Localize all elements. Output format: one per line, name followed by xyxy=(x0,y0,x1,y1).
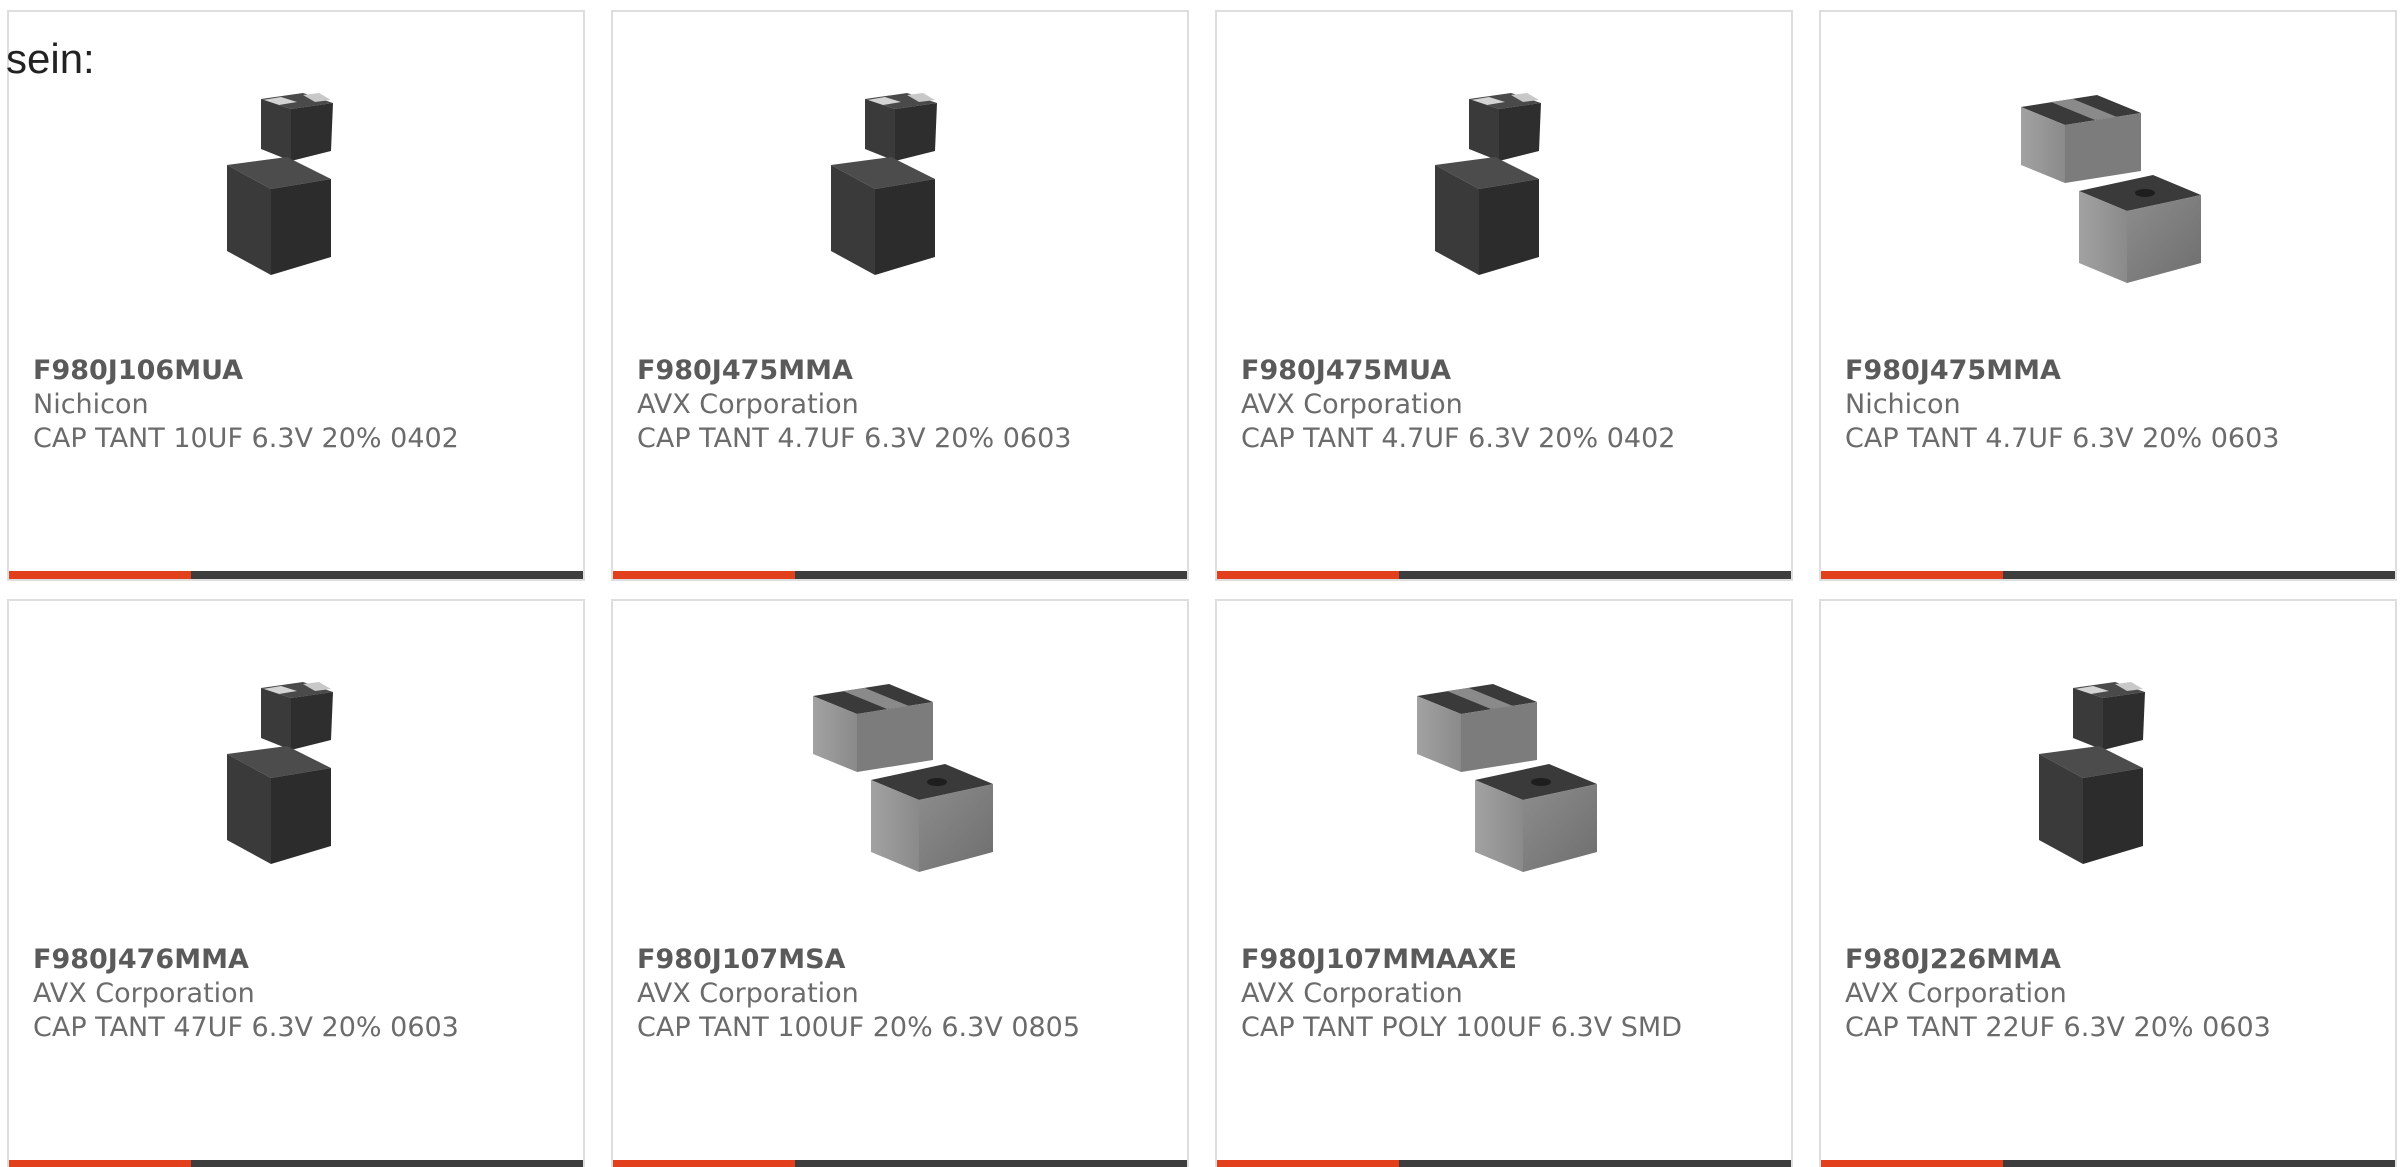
manufacturer: AVX Corporation xyxy=(1845,978,2067,1009)
description: CAP TANT 22UF 6.3V 20% 0603 xyxy=(1845,1012,2271,1043)
intro-text: sein: xyxy=(6,35,95,82)
black-chip-capacitor-icon xyxy=(191,87,401,297)
manufacturer: Nichicon xyxy=(1845,389,1961,420)
manufacturer: Nichicon xyxy=(33,389,149,420)
card-bar-accent xyxy=(9,571,191,579)
card-bar xyxy=(613,1160,1187,1167)
description: CAP TANT 4.7UF 6.3V 20% 0603 xyxy=(1845,423,2280,454)
product-card[interactable]: F980J475MMA AVX Corporation CAP TANT 4.7… xyxy=(611,10,1189,581)
card-bar-accent xyxy=(9,1160,191,1167)
description: CAP TANT 47UF 6.3V 20% 0603 xyxy=(33,1012,459,1043)
manufacturer: AVX Corporation xyxy=(1241,389,1463,420)
gray-chip-capacitor-icon xyxy=(2003,87,2213,297)
black-chip-capacitor-icon xyxy=(191,676,401,886)
product-card[interactable]: F980J107MSA AVX Corporation CAP TANT 100… xyxy=(611,599,1189,1167)
card-bar xyxy=(1821,1160,2395,1167)
part-number: F980J476MMA xyxy=(33,944,249,975)
manufacturer: AVX Corporation xyxy=(637,389,859,420)
description: CAP TANT 100UF 20% 6.3V 0805 xyxy=(637,1012,1081,1043)
description: CAP TANT 10UF 6.3V 20% 0402 xyxy=(33,423,459,454)
part-number: F980J475MMA xyxy=(1845,355,2061,386)
product-card[interactable]: F980J475MUA AVX Corporation CAP TANT 4.7… xyxy=(1215,10,1793,581)
description: CAP TANT POLY 100UF 6.3V SMD xyxy=(1241,1012,1683,1043)
black-chip-capacitor-icon xyxy=(2003,676,2213,886)
card-bar xyxy=(1821,571,2395,579)
part-number: F980J107MMAAXE xyxy=(1241,944,1517,975)
product-card[interactable]: F980J476MMA AVX Corporation CAP TANT 47U… xyxy=(7,599,585,1167)
gray-chip-capacitor-icon xyxy=(795,676,1005,886)
manufacturer: AVX Corporation xyxy=(33,978,255,1009)
part-number: F980J475MMA xyxy=(637,355,853,386)
card-bar-accent xyxy=(1821,1160,2003,1167)
product-card[interactable]: F980J107MMAAXE AVX Corporation CAP TANT … xyxy=(1215,599,1793,1167)
description: CAP TANT 4.7UF 6.3V 20% 0402 xyxy=(1241,423,1676,454)
card-bar xyxy=(9,1160,583,1167)
part-number: F980J107MSA xyxy=(637,944,846,975)
part-number: F980J475MUA xyxy=(1241,355,1452,386)
product-card[interactable]: F980J475MMA Nichicon CAP TANT 4.7UF 6.3V… xyxy=(1819,10,2397,581)
card-bar xyxy=(613,571,1187,579)
card-bar-accent xyxy=(613,1160,795,1167)
card-bar-accent xyxy=(613,571,795,579)
card-bar xyxy=(1217,1160,1791,1167)
black-chip-capacitor-icon xyxy=(1399,87,1609,297)
card-bar xyxy=(1217,571,1791,579)
part-number: F980J106MUA xyxy=(33,355,244,386)
card-bar-accent xyxy=(1821,571,2003,579)
product-card[interactable]: F980J106MUA Nichicon CAP TANT 10UF 6.3V … xyxy=(7,10,585,581)
manufacturer: AVX Corporation xyxy=(1241,978,1463,1009)
gray-chip-capacitor-icon xyxy=(1399,676,1609,886)
card-bar-accent xyxy=(1217,1160,1399,1167)
part-number: F980J226MMA xyxy=(1845,944,2061,975)
description: CAP TANT 4.7UF 6.3V 20% 0603 xyxy=(637,423,1072,454)
card-bar-accent xyxy=(1217,571,1399,579)
product-grid-page: sein: F980J106MUA Nichicon CAP TANT 10UF… xyxy=(0,0,2400,1167)
product-card[interactable]: F980J226MMA AVX Corporation CAP TANT 22U… xyxy=(1819,599,2397,1167)
manufacturer: AVX Corporation xyxy=(637,978,859,1009)
card-bar xyxy=(9,571,583,579)
black-chip-capacitor-icon xyxy=(795,87,1005,297)
